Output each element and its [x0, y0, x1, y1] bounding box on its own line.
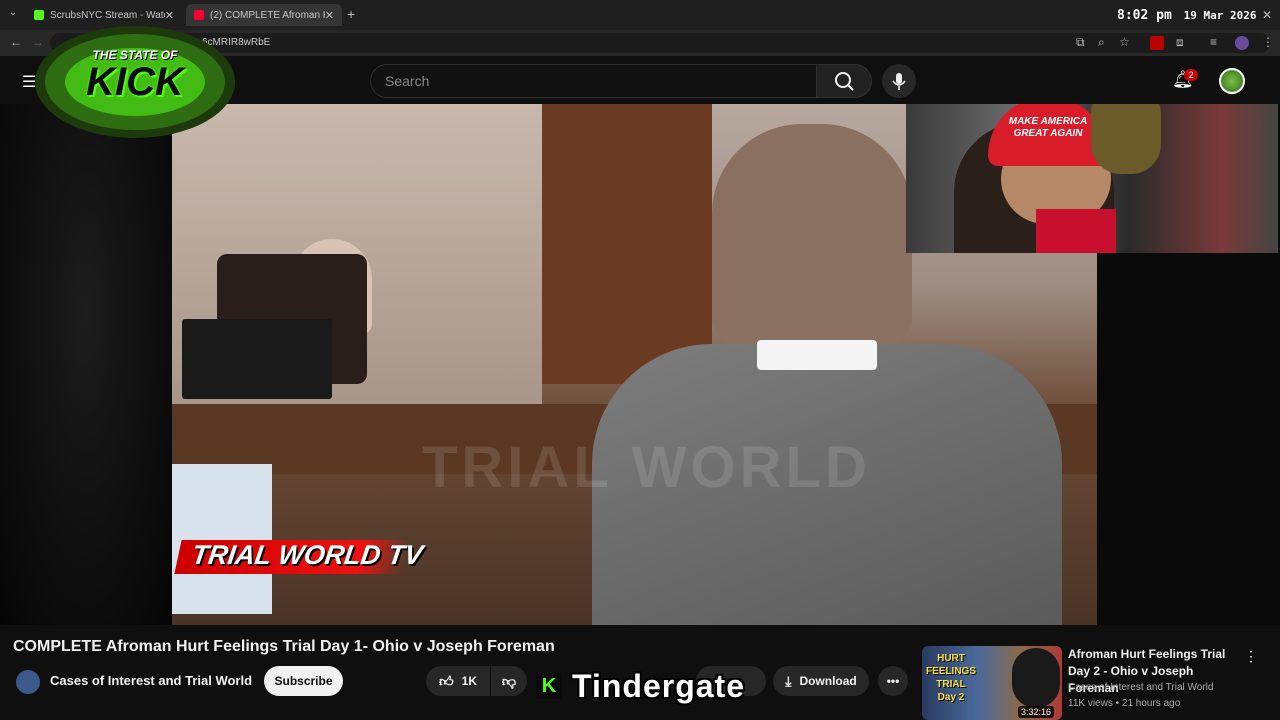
- video-watermark: TRIAL WORLD: [422, 435, 871, 500]
- browser-menu-icon[interactable]: ⋮: [1262, 35, 1274, 49]
- attorney-head: [712, 124, 912, 354]
- logo-main-text: KICK: [86, 60, 184, 104]
- voice-search-button[interactable]: [882, 64, 916, 98]
- cap-text: MAKE AMERICA GREAT AGAIN: [1008, 116, 1088, 139]
- channel-avatar[interactable]: [16, 670, 40, 694]
- player-left-margin: [0, 104, 172, 625]
- video-title: COMPLETE Afroman Hurt Feelings Trial Day…: [13, 638, 555, 655]
- state-of-kick-logo: THE STATE OF KICK: [30, 22, 240, 140]
- more-horizontal-icon: •••: [886, 674, 900, 688]
- thumbs-down-icon: 👎︎: [501, 672, 517, 689]
- search-placeholder: Search: [385, 73, 430, 89]
- back-icon[interactable]: ←: [10, 35, 22, 49]
- zoom-icon[interactable]: ⌕: [1098, 35, 1105, 50]
- microphone-icon: [892, 73, 906, 90]
- streamer-webcam: MAKE AMERICA GREAT AGAIN: [906, 104, 1278, 253]
- recommended-menu-icon[interactable]: ⋮: [1244, 648, 1258, 665]
- download-icon: ⤓: [785, 672, 792, 689]
- attorney-collar: [757, 340, 877, 370]
- reading-list-icon[interactable]: ≡: [1210, 35, 1217, 49]
- thumbs-up-icon: 👍︎: [439, 672, 454, 689]
- tab-search-icon[interactable]: ⌄: [6, 7, 20, 21]
- download-button[interactable]: ⤓ Download: [773, 666, 869, 696]
- youtube-favicon-icon: [194, 10, 204, 20]
- subscribe-button[interactable]: Subscribe: [264, 666, 343, 696]
- more-actions-button[interactable]: •••: [878, 666, 908, 696]
- kick-favicon-icon: [34, 10, 44, 20]
- install-icon[interactable]: ⧉: [1076, 35, 1085, 50]
- recommended-channel: Cases of Interest and Trial World: [1068, 682, 1214, 693]
- headphones: [1091, 104, 1161, 174]
- thumbnail-figure: [1012, 648, 1060, 708]
- tab-label: ScrubsNYC Stream - Watch Live: [50, 9, 165, 21]
- extensions-puzzle-icon[interactable]: ⧈: [1176, 35, 1184, 50]
- recommended-meta: 11K views • 21 hours ago: [1068, 698, 1181, 709]
- kick-k-icon: K: [536, 673, 562, 699]
- red-bandana: [1036, 209, 1116, 253]
- tab-label: (2) COMPLETE Afroman Hurt Fe: [210, 9, 325, 21]
- bookmark-star-icon[interactable]: ☆: [1119, 35, 1130, 49]
- account-avatar[interactable]: [1219, 68, 1245, 94]
- like-button[interactable]: 👍︎ 1K: [426, 666, 490, 696]
- new-tab-icon[interactable]: +: [347, 6, 355, 22]
- laptop-screen: [172, 464, 272, 614]
- close-icon[interactable]: ✕: [325, 9, 334, 22]
- banner-text: TRIAL WORLD TV: [189, 540, 425, 570]
- clock-date: 19 Mar 2026: [1183, 9, 1257, 22]
- video-duration-badge: 3:32:16: [1018, 706, 1055, 718]
- wood-door: [542, 104, 712, 384]
- clock-overlay: 8:02 pm 19 Mar 2026: [1117, 8, 1256, 23]
- notification-badge: 2: [1184, 69, 1198, 81]
- search-input[interactable]: Search: [370, 64, 817, 98]
- ticker-text: Tindergate: [572, 667, 745, 704]
- monitor: [182, 319, 332, 399]
- download-label: Download: [799, 674, 857, 688]
- window-close-icon[interactable]: ✕: [1262, 8, 1272, 22]
- profile-avatar[interactable]: [1235, 36, 1249, 50]
- channel-name-link[interactable]: Cases of Interest and Trial World: [50, 673, 252, 688]
- search-button[interactable]: [816, 64, 872, 98]
- search-icon: [835, 72, 854, 91]
- clock-time: 8:02 pm: [1117, 8, 1172, 23]
- like-count: 1K: [461, 674, 477, 688]
- extension-icon[interactable]: [1150, 36, 1164, 50]
- thumbnail-label: HURT FEELINGS TRIAL Day 2: [926, 653, 977, 703]
- ticker-overlay: K Tindergate: [536, 666, 745, 706]
- dislike-button[interactable]: 👎︎: [491, 666, 527, 696]
- close-icon[interactable]: ✕: [165, 9, 174, 22]
